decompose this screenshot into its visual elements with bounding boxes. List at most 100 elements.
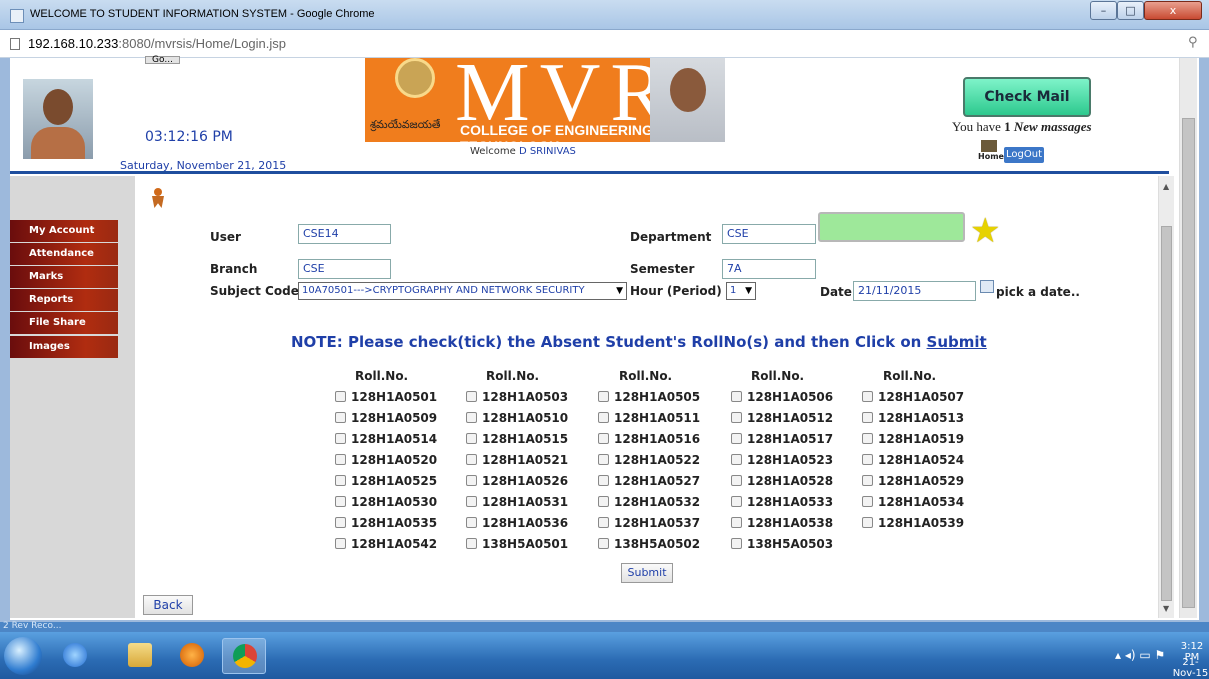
maximize-button[interactable]: □ [1117, 1, 1144, 20]
sidebar-item-my-account[interactable]: My Account [10, 220, 118, 242]
roll-checkbox-item[interactable]: 128H1A0519 [862, 431, 964, 451]
roll-checkbox-item[interactable]: 128H1A0525 [335, 473, 437, 493]
roll-checkbox-item[interactable]: 128H1A0513 [862, 410, 964, 430]
checkbox[interactable] [466, 517, 477, 528]
date-field[interactable]: 21/11/2015 [853, 281, 976, 301]
minimize-button[interactable]: – [1090, 1, 1117, 20]
roll-checkbox-item[interactable]: 128H1A0521 [466, 452, 568, 472]
roll-checkbox-item[interactable]: 128H1A0511 [598, 410, 700, 430]
checkbox[interactable] [862, 496, 873, 507]
checkbox[interactable] [335, 475, 346, 486]
roll-checkbox-item[interactable]: 128H1A0516 [598, 431, 700, 451]
roll-checkbox-item[interactable]: 128H1A0538 [731, 515, 833, 535]
roll-checkbox-item[interactable]: 128H1A0523 [731, 452, 833, 472]
checkbox[interactable] [335, 454, 346, 465]
tray-date[interactable]: 21-Nov-15 [1172, 657, 1209, 679]
page-scrollbar-thumb[interactable] [1182, 118, 1195, 608]
roll-checkbox-item[interactable]: 128H1A0501 [335, 389, 437, 409]
roll-checkbox-item[interactable]: 128H1A0542 [335, 536, 437, 556]
sidebar-item-marks[interactable]: Marks [10, 266, 118, 288]
checkbox[interactable] [731, 496, 742, 507]
page-scrollbar[interactable] [1179, 58, 1197, 618]
go-button[interactable]: Go... [145, 56, 180, 65]
checkbox[interactable] [731, 433, 742, 444]
roll-checkbox-item[interactable]: 138H5A0501 [466, 536, 568, 556]
roll-checkbox-item[interactable]: 138H5A0502 [598, 536, 700, 556]
scroll-down-icon[interactable]: ▼ [1163, 604, 1169, 613]
branch-field[interactable]: CSE [298, 259, 391, 279]
roll-checkbox-item[interactable]: 128H1A0535 [335, 515, 437, 535]
ie-icon[interactable] [53, 638, 97, 674]
checkbox[interactable] [335, 517, 346, 528]
scroll-up-icon[interactable]: ▲ [1163, 182, 1169, 191]
user-field[interactable]: CSE14 [298, 224, 391, 244]
roll-checkbox-item[interactable]: 128H1A0526 [466, 473, 568, 493]
checkbox[interactable] [731, 538, 742, 549]
checkbox[interactable] [862, 475, 873, 486]
sidebar-item-attendance[interactable]: Attendance [10, 243, 118, 265]
frame-scrollbar[interactable]: ▲ ▼ [1158, 176, 1174, 618]
back-button[interactable]: Back [143, 595, 193, 615]
checkbox[interactable] [466, 475, 477, 486]
checkbox[interactable] [598, 475, 609, 486]
roll-checkbox-item[interactable]: 128H1A0506 [731, 389, 833, 409]
roll-checkbox-item[interactable]: 128H1A0532 [598, 494, 700, 514]
roll-checkbox-item[interactable]: 128H1A0536 [466, 515, 568, 535]
roll-checkbox-item[interactable]: 128H1A0530 [335, 494, 437, 514]
department-field[interactable]: CSE [722, 224, 816, 244]
calendar-icon[interactable] [980, 280, 994, 293]
chrome-icon[interactable] [222, 638, 266, 674]
checkbox[interactable] [598, 496, 609, 507]
roll-checkbox-item[interactable]: 128H1A0512 [731, 410, 833, 430]
roll-checkbox-item[interactable]: 128H1A0529 [862, 473, 964, 493]
checkbox[interactable] [862, 517, 873, 528]
roll-checkbox-item[interactable]: 128H1A0510 [466, 410, 568, 430]
checkbox[interactable] [598, 391, 609, 402]
roll-checkbox-item[interactable]: 128H1A0524 [862, 452, 964, 472]
frame-scrollbar-thumb[interactable] [1161, 226, 1172, 601]
checkbox[interactable] [466, 454, 477, 465]
checkbox[interactable] [335, 433, 346, 444]
submit-link[interactable]: Submit [927, 333, 987, 351]
checkbox[interactable] [731, 412, 742, 423]
roll-checkbox-item[interactable]: 128H1A0517 [731, 431, 833, 451]
roll-checkbox-item[interactable]: 128H1A0537 [598, 515, 700, 535]
roll-checkbox-item[interactable]: 128H1A0514 [335, 431, 437, 451]
roll-checkbox-item[interactable]: 138H5A0503 [731, 536, 833, 556]
close-button[interactable]: x [1144, 1, 1202, 20]
logout-button[interactable]: LogOut [1004, 147, 1044, 163]
sidebar-item-file-share[interactable]: File Share [10, 312, 118, 334]
address-bar[interactable]: 192.168.10.233:8080/mvrsis/Home/Login.js… [0, 30, 1209, 58]
checkbox[interactable] [466, 391, 477, 402]
subject-code-select[interactable]: 10A70501--->CRYPTOGRAPHY AND NETWORK SEC… [298, 282, 627, 300]
roll-checkbox-item[interactable]: 128H1A0527 [598, 473, 700, 493]
checkbox[interactable] [598, 412, 609, 423]
roll-checkbox-item[interactable]: 128H1A0507 [862, 389, 964, 409]
roll-checkbox-item[interactable]: 128H1A0515 [466, 431, 568, 451]
checkbox[interactable] [335, 496, 346, 507]
extension-icon[interactable]: ⚲ [1188, 35, 1198, 50]
media-player-icon[interactable] [170, 638, 214, 674]
checkbox[interactable] [598, 538, 609, 549]
semester-field[interactable]: 7A [722, 259, 816, 279]
checkbox[interactable] [862, 454, 873, 465]
tray-icons[interactable]: ▴ ◂) ▭ ⚑ [1115, 648, 1165, 662]
checkbox[interactable] [862, 433, 873, 444]
sidebar-item-images[interactable]: Images [10, 336, 118, 358]
roll-checkbox-item[interactable]: 128H1A0528 [731, 473, 833, 493]
roll-checkbox-item[interactable]: 128H1A0533 [731, 494, 833, 514]
roll-checkbox-item[interactable]: 128H1A0505 [598, 389, 700, 409]
sidebar-item-reports[interactable]: Reports [10, 289, 118, 311]
checkbox[interactable] [466, 538, 477, 549]
checkbox[interactable] [335, 412, 346, 423]
start-button[interactable] [4, 637, 42, 675]
checkbox[interactable] [862, 391, 873, 402]
checkbox[interactable] [466, 496, 477, 507]
folder-icon[interactable] [118, 638, 162, 674]
checkbox[interactable] [335, 391, 346, 402]
roll-checkbox-item[interactable]: 128H1A0509 [335, 410, 437, 430]
checkbox[interactable] [598, 454, 609, 465]
checkbox[interactable] [731, 475, 742, 486]
roll-checkbox-item[interactable]: 128H1A0534 [862, 494, 964, 514]
hour-period-select[interactable]: 1 ▼ [726, 282, 756, 300]
